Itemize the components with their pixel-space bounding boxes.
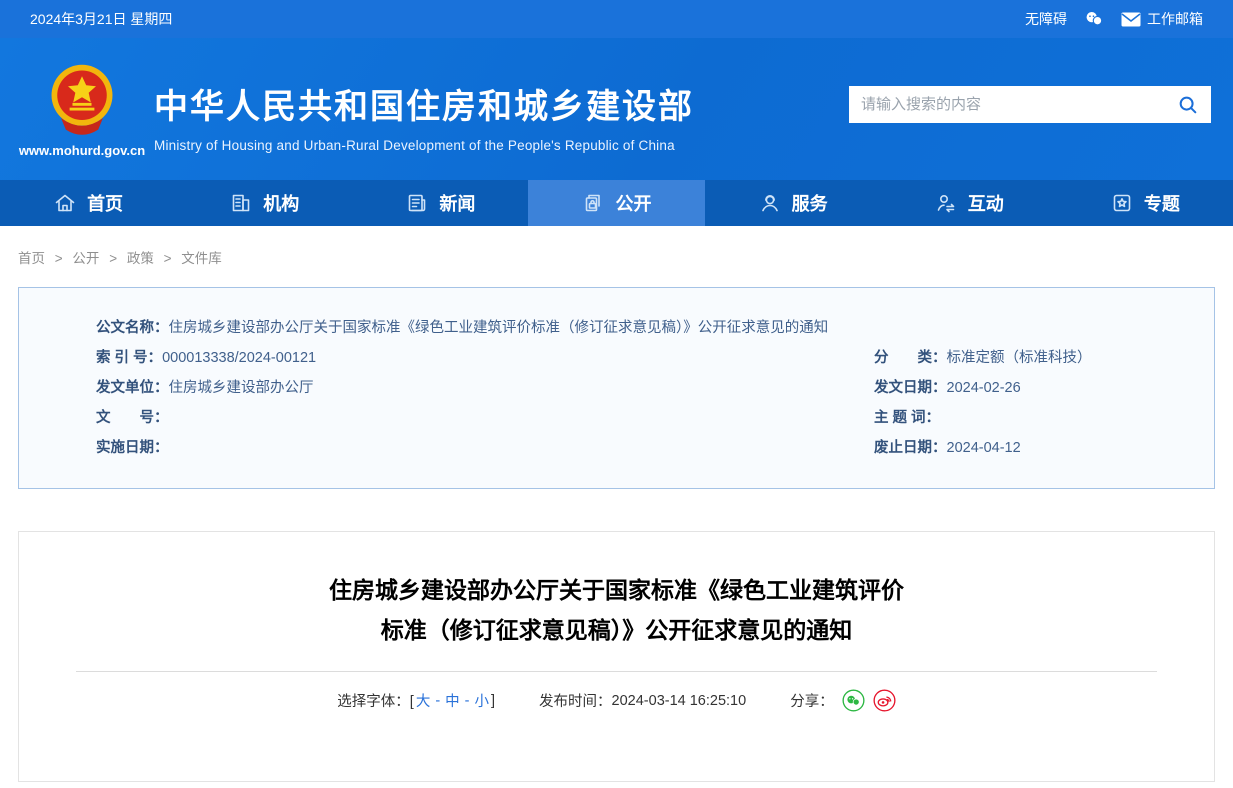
national-emblem-logo [47, 61, 117, 141]
breadcrumb-policy[interactable]: 政策 [127, 251, 154, 266]
work-mailbox-link[interactable]: 工作邮箱 [1121, 9, 1203, 29]
repeal-date-label: 废止日期： [874, 440, 947, 456]
search-input[interactable] [861, 96, 1177, 113]
meta-row: 索 引 号：000013338/2024-00121 分 类：标准定额（标准科技… [19, 343, 1214, 373]
breadcrumb-home[interactable]: 首页 [18, 251, 45, 266]
meta-row: 实施日期： 废止日期：2024-04-12 [19, 433, 1214, 463]
search-box [849, 86, 1211, 123]
category-value: 标准定额（标准科技） [947, 350, 1092, 366]
meta-row: 文 号： 主 题 词： [19, 403, 1214, 433]
index-number-label: 索 引 号： [96, 350, 162, 366]
nav-item-organization[interactable]: 机构 [176, 180, 352, 226]
topbar-date: 2024年3月21日 星期四 [30, 9, 172, 29]
meta-row: 发文单位：住房城乡建设部办公厅 发文日期：2024-02-26 [19, 373, 1214, 403]
breadcrumb: 首页 > 公开 > 政策 > 文件库 [18, 247, 1215, 267]
font-size-medium[interactable]: 中 [445, 690, 460, 711]
share-group: 分享： [790, 689, 896, 712]
index-number-value: 000013338/2024-00121 [162, 350, 316, 366]
nav-item-topics[interactable]: 专题 [1057, 180, 1233, 226]
home-icon [53, 191, 77, 215]
main-nav: 首页 机构 新闻 公开 服务 互动 [0, 180, 1233, 226]
issuing-unit-label: 发文单位： [96, 380, 169, 396]
meta-row-name: 公文名称：住房城乡建设部办公厅关于国家标准《绿色工业建筑评价标准（修订征求意见稿… [19, 313, 1214, 343]
site-title-cn: 中华人民共和国住房和城乡建设部 [154, 79, 694, 128]
site-brand[interactable]: www.mohurd.gov.cn 中华人民共和国住房和城乡建设部 Minist… [30, 61, 694, 158]
nav-item-service[interactable]: 服务 [705, 180, 881, 226]
nav-item-home[interactable]: 首页 [0, 180, 176, 226]
repeal-date-value: 2024-04-12 [947, 440, 1021, 456]
doc-number-label: 文 号： [96, 410, 169, 426]
document-meta-box: 公文名称：住房城乡建设部办公厅关于国家标准《绿色工业建筑评价标准（修订征求意见稿… [18, 287, 1215, 489]
search-button[interactable] [1177, 94, 1199, 116]
article-title: 住房城乡建设部办公厅关于国家标准《绿色工业建筑评价 标准（修订征求意见稿）》公开… [19, 570, 1214, 650]
disclosure-icon [581, 191, 605, 215]
topbar: 2024年3月21日 星期四 无障碍 工作邮箱 [0, 0, 1233, 38]
subject-words-label: 主 题 词： [874, 410, 940, 426]
interaction-icon [934, 191, 958, 215]
article-box: 住房城乡建设部办公厅关于国家标准《绿色工业建筑评价 标准（修订征求意见稿）》公开… [18, 531, 1215, 782]
font-size-large[interactable]: 大 [416, 690, 431, 711]
issue-date-value: 2024-02-26 [947, 380, 1021, 396]
nav-item-disclosure[interactable]: 公开 [528, 180, 704, 226]
news-icon [405, 191, 429, 215]
wechat-icon[interactable] [1083, 8, 1105, 30]
site-title-en: Ministry of Housing and Urban-Rural Deve… [154, 138, 694, 153]
issue-date-label: 发文日期： [874, 380, 947, 396]
category-label: 分 类： [874, 350, 947, 366]
share-wechat-icon[interactable] [842, 689, 865, 712]
title-divider [76, 671, 1157, 672]
envelope-icon [1121, 12, 1141, 27]
search-icon [1177, 94, 1199, 116]
nav-item-news[interactable]: 新闻 [352, 180, 528, 226]
issuing-unit-value: 住房城乡建设部办公厅 [169, 380, 314, 396]
accessibility-link[interactable]: 无障碍 [1025, 9, 1067, 29]
doc-name-value: 住房城乡建设部办公厅关于国家标准《绿色工业建筑评价标准（修订征求意见稿）》公开征… [169, 320, 829, 336]
breadcrumb-disclosure[interactable]: 公开 [72, 251, 99, 266]
font-size-selector: 选择字体：[ 大 - 中 - 小 ] [337, 690, 495, 711]
topic-icon [1110, 191, 1134, 215]
font-size-small[interactable]: 小 [475, 690, 490, 711]
site-header: www.mohurd.gov.cn 中华人民共和国住房和城乡建设部 Minist… [0, 38, 1233, 180]
implement-date-label: 实施日期： [96, 440, 169, 456]
article-meta-row: 选择字体：[ 大 - 中 - 小 ] 发布时间： 2024-03-14 16:2… [19, 689, 1214, 712]
publish-time: 发布时间： 2024-03-14 16:25:10 [539, 690, 746, 711]
site-url: www.mohurd.gov.cn [19, 143, 145, 158]
share-weibo-icon[interactable] [873, 689, 896, 712]
doc-name-label: 公文名称： [96, 320, 169, 336]
nav-item-interaction[interactable]: 互动 [881, 180, 1057, 226]
organization-icon [229, 191, 253, 215]
breadcrumb-library[interactable]: 文件库 [181, 251, 222, 266]
service-icon [758, 191, 782, 215]
